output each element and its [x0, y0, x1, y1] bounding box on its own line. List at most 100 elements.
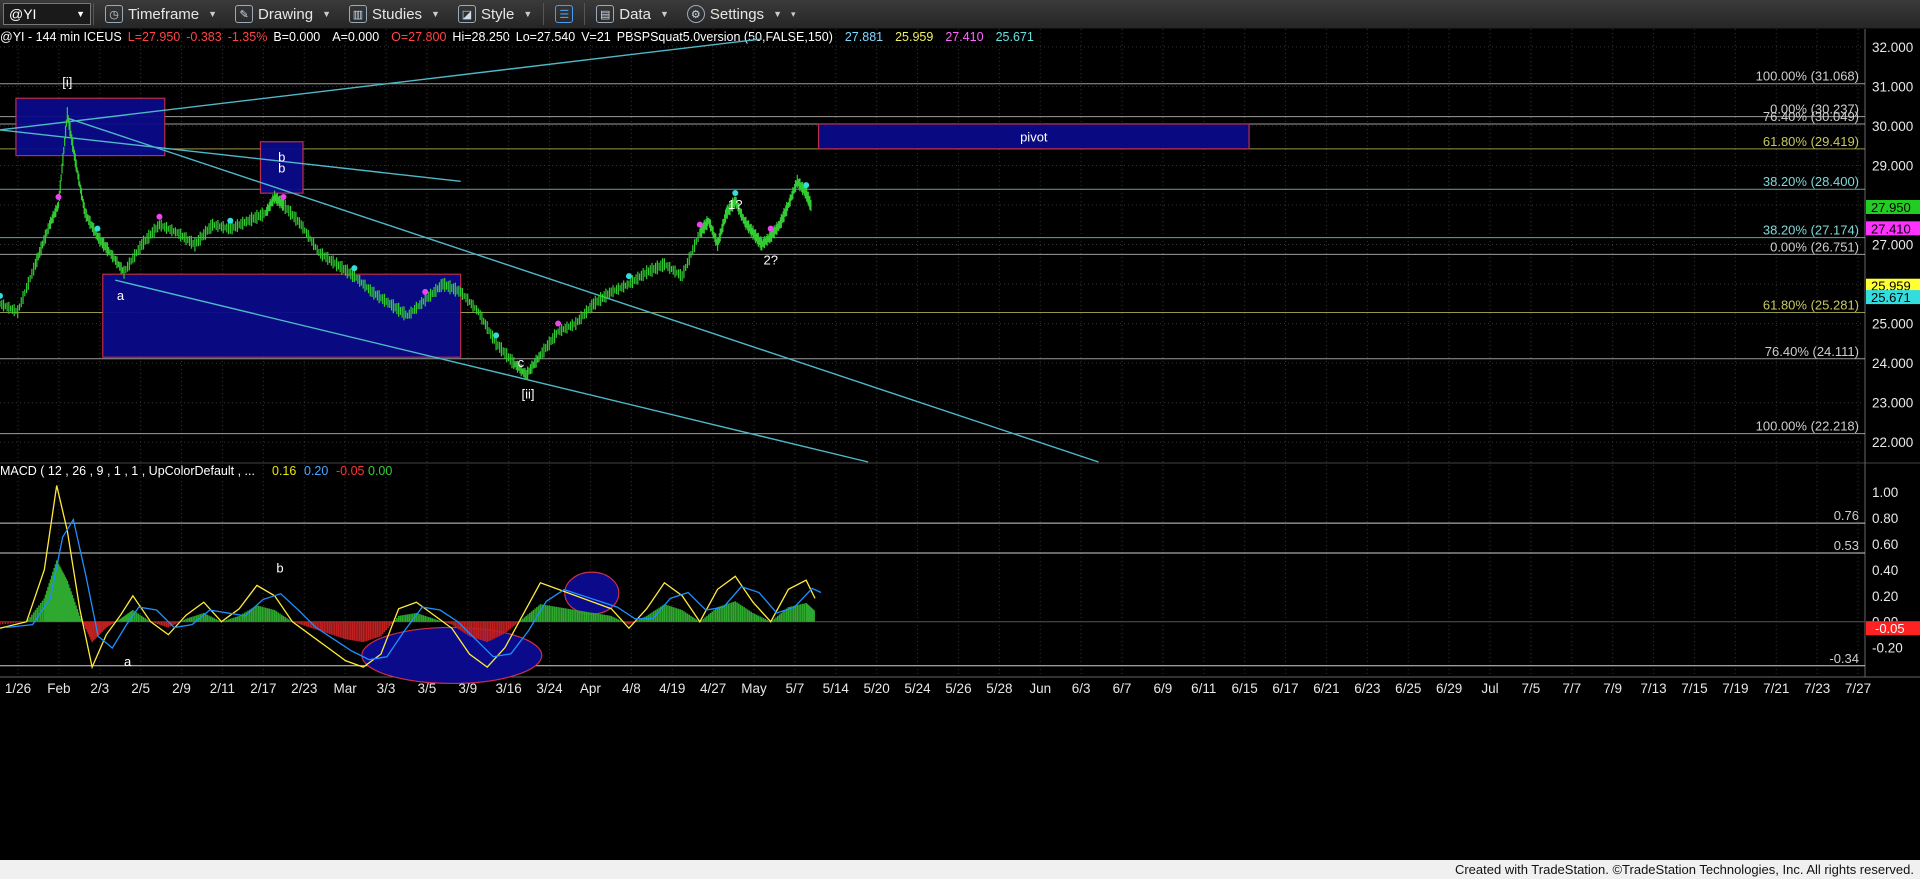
data-icon: ▤	[596, 5, 615, 23]
time-axis[interactable]: 1/26 Feb 2/3 2/5 2/9 2/11 2/17 2/23 Mar 3/3 3/5 3/9…	[5, 681, 1871, 696]
price-tick-label: 23.000	[1872, 396, 1913, 411]
macd-readout: 0.16	[272, 464, 296, 478]
macd-level-label: 0.53	[1834, 538, 1859, 553]
signal-dot	[94, 225, 101, 232]
x-tick-label: 7/27	[1845, 681, 1871, 696]
toolbar-divider	[93, 3, 94, 25]
data-button[interactable]: ▤ Data ▼	[587, 0, 678, 29]
x-tick-label: 6/29	[1436, 681, 1462, 696]
macd-level-label: 0.76	[1834, 508, 1859, 523]
x-tick-label: 5/7	[785, 681, 804, 696]
price-panel[interactable]: 100.00% (31.068)0.00% (30.237)76.40% (30…	[0, 38, 1865, 463]
wave-label: 1?	[728, 197, 742, 212]
x-tick-label: 2/5	[131, 681, 150, 696]
fib-level-label: 38.20% (28.400)	[1763, 174, 1859, 189]
x-tick-label: 3/5	[417, 681, 436, 696]
x-tick-label: 6/25	[1395, 681, 1421, 696]
signal-dot	[156, 213, 163, 220]
x-tick-label: 7/5	[1521, 681, 1540, 696]
x-tick-label: Jun	[1029, 681, 1051, 696]
x-tick-label: 7/7	[1562, 681, 1581, 696]
style-button[interactable]: ◪ Style ▼	[449, 0, 541, 29]
chevron-down-icon: ▼	[523, 9, 533, 19]
chevron-down-icon: ▼	[773, 9, 782, 19]
wave-label: b	[278, 150, 285, 165]
macd-tick-label: 0.60	[1872, 537, 1898, 552]
macd-readout: 0.20	[304, 464, 328, 478]
fib-level-label: 38.20% (27.174)	[1763, 223, 1859, 238]
x-tick-label: 7/21	[1763, 681, 1789, 696]
macd-tick-label: -0.20	[1872, 641, 1903, 656]
signal-dot	[351, 265, 358, 272]
signal-dot	[280, 194, 287, 201]
x-tick-label: 3/3	[377, 681, 396, 696]
zone-box	[15, 97, 166, 157]
x-tick-label: Feb	[47, 681, 70, 696]
price-tick-label: 32.000	[1872, 40, 1913, 55]
chart-canvas[interactable]: 100.00% (31.068)0.00% (30.237)76.40% (30…	[0, 29, 1920, 860]
x-tick-label: 7/23	[1804, 681, 1830, 696]
signal-dot	[803, 182, 810, 189]
x-tick-label: Jul	[1481, 681, 1498, 696]
wave-label: a	[117, 288, 125, 303]
symbol-input[interactable]: @YI ▼	[3, 3, 91, 25]
chevron-down-icon: ▼	[431, 9, 440, 19]
macd-wave-label: a	[124, 654, 132, 669]
clock-icon: ◷	[105, 5, 123, 23]
price-tick-label: 22.000	[1872, 435, 1913, 450]
x-tick-label: 5/20	[864, 681, 890, 696]
chart-toolbar: @YI ▼ ◷ Timeframe ▼ ✎ Drawing ▼ ▥ Studie…	[0, 0, 1920, 29]
price-tag-value: 27.950	[1871, 200, 1911, 215]
price-tick-label: 30.000	[1872, 119, 1913, 134]
macd-readout: 0.00	[368, 464, 392, 478]
price-tag-value: 27.410	[1871, 221, 1911, 236]
signal-dot	[493, 332, 500, 339]
signal-dot	[767, 225, 774, 232]
fib-level-label: 0.00% (26.751)	[1770, 239, 1859, 254]
fib-level-label: 76.40% (30.049)	[1763, 109, 1859, 124]
macd-tick-label: 0.80	[1872, 511, 1898, 526]
wave-label: 2?	[763, 252, 777, 267]
price-axis[interactable]: 32.00031.00030.00029.00028.00027.00026.0…	[1866, 40, 1920, 656]
drawing-button[interactable]: ✎ Drawing ▼	[226, 0, 340, 29]
x-tick-label: 6/7	[1113, 681, 1132, 696]
studies-label: Studies	[372, 5, 423, 23]
x-tick-label: 2/9	[172, 681, 191, 696]
price-tick-label: 27.000	[1872, 238, 1913, 253]
layout-button[interactable]: ☰	[546, 0, 582, 29]
settings-button[interactable]: ⚙ Settings ▼ ▾	[678, 0, 805, 29]
layout-icon: ☰	[555, 5, 574, 23]
x-tick-label: Mar	[333, 681, 357, 696]
signal-dot	[732, 190, 739, 197]
chevron-down-icon: ▼	[659, 9, 669, 19]
x-tick-label: 6/11	[1191, 681, 1216, 696]
x-tick-label: 3/24	[536, 681, 563, 696]
fib-level-label: 100.00% (31.068)	[1756, 69, 1859, 84]
price-tick-label: 31.000	[1872, 79, 1913, 94]
macd-tick-label: 0.20	[1872, 589, 1898, 604]
x-tick-label: May	[741, 681, 767, 696]
x-tick-label: 2/17	[250, 681, 276, 696]
x-tick-label: 4/27	[700, 681, 726, 696]
macd-readout: -0.05	[336, 464, 365, 478]
x-tick-label: 4/8	[622, 681, 641, 696]
studies-button[interactable]: ▥ Studies ▼	[340, 0, 449, 29]
trendline	[114, 279, 869, 463]
signal-dot	[227, 217, 234, 224]
signal-dot	[555, 320, 562, 327]
gear-icon: ⚙	[686, 5, 705, 23]
symbol-value: @YI	[9, 6, 37, 22]
timeframe-button[interactable]: ◷ Timeframe ▼	[96, 0, 226, 29]
x-tick-label: 7/9	[1603, 681, 1622, 696]
x-tick-label: 3/9	[458, 681, 477, 696]
macd-panel[interactable]: MACD ( 12 , 26 , 9 , 1 , 1 , UpColorDefa…	[0, 464, 1865, 685]
x-tick-label: 6/23	[1354, 681, 1380, 696]
wave-label: [ii]	[521, 387, 534, 402]
chevron-down-icon: ▼	[208, 9, 218, 19]
x-tick-label: 7/15	[1681, 681, 1707, 696]
fib-level-label: 61.80% (29.419)	[1763, 134, 1859, 149]
price-tick-label: 29.000	[1872, 158, 1913, 173]
signal-dot	[0, 292, 3, 299]
x-tick-label: 7/19	[1722, 681, 1748, 696]
x-tick-label: 2/23	[291, 681, 317, 696]
